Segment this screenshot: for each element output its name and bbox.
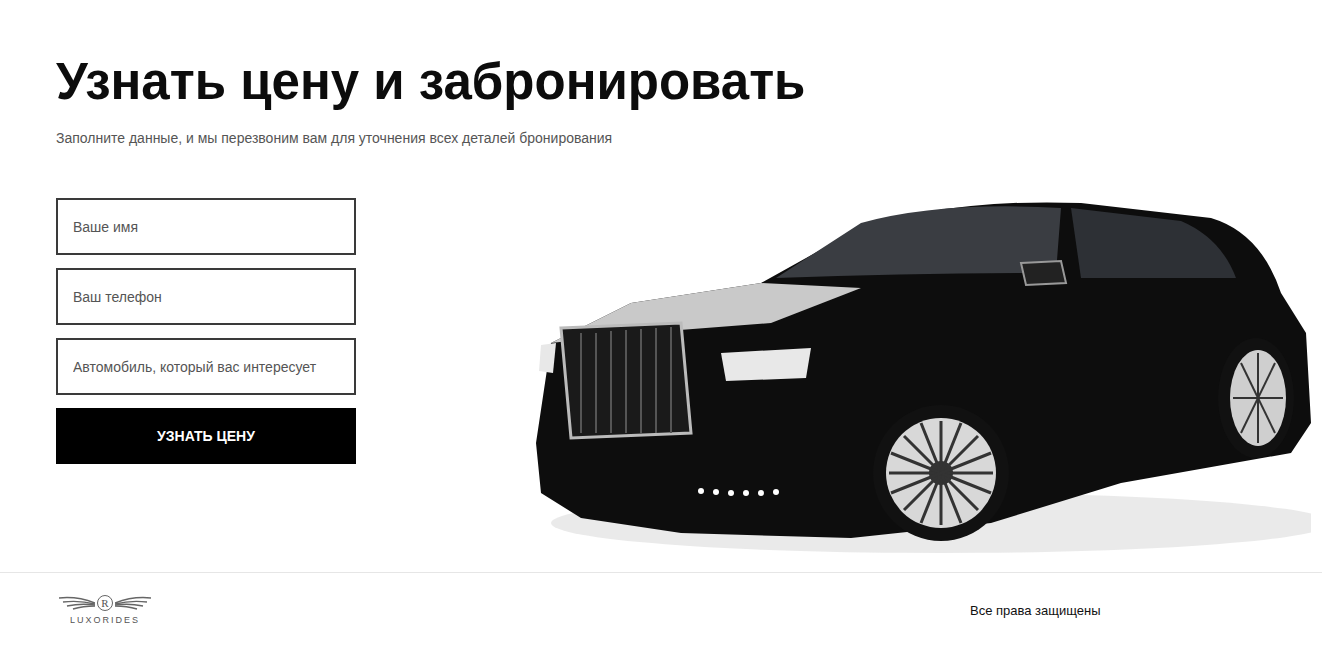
logo-name: LUXORIDES [70,615,140,625]
booking-form: УЗНАТЬ ЦЕНУ [56,198,356,572]
form-field[interactable] [56,338,356,395]
booking-section: Узнать цену и забронировать Заполните дан… [0,0,1322,572]
page-subtitle: Заполните данные, и мы перезвоним вам дл… [56,128,1322,148]
form-field[interactable] [56,198,356,255]
luxorides-logo[interactable]: R LUXORIDES [58,595,152,625]
get-price-button[interactable]: УЗНАТЬ ЦЕНУ [56,408,356,464]
wing-icon [115,595,151,611]
content-row: УЗНАТЬ ЦЕНУ [56,198,1322,572]
copyright-text: Все права защищены [970,603,1322,618]
logo-monogram: R [97,595,113,611]
wing-icon [59,595,95,611]
page-footer: R LUXORIDES Все права защищены [0,572,1322,647]
page-heading: Узнать цену и забронировать [56,52,1322,112]
car-image [521,193,1311,565]
logo-mark: R [59,595,151,611]
form-field[interactable] [56,268,356,325]
